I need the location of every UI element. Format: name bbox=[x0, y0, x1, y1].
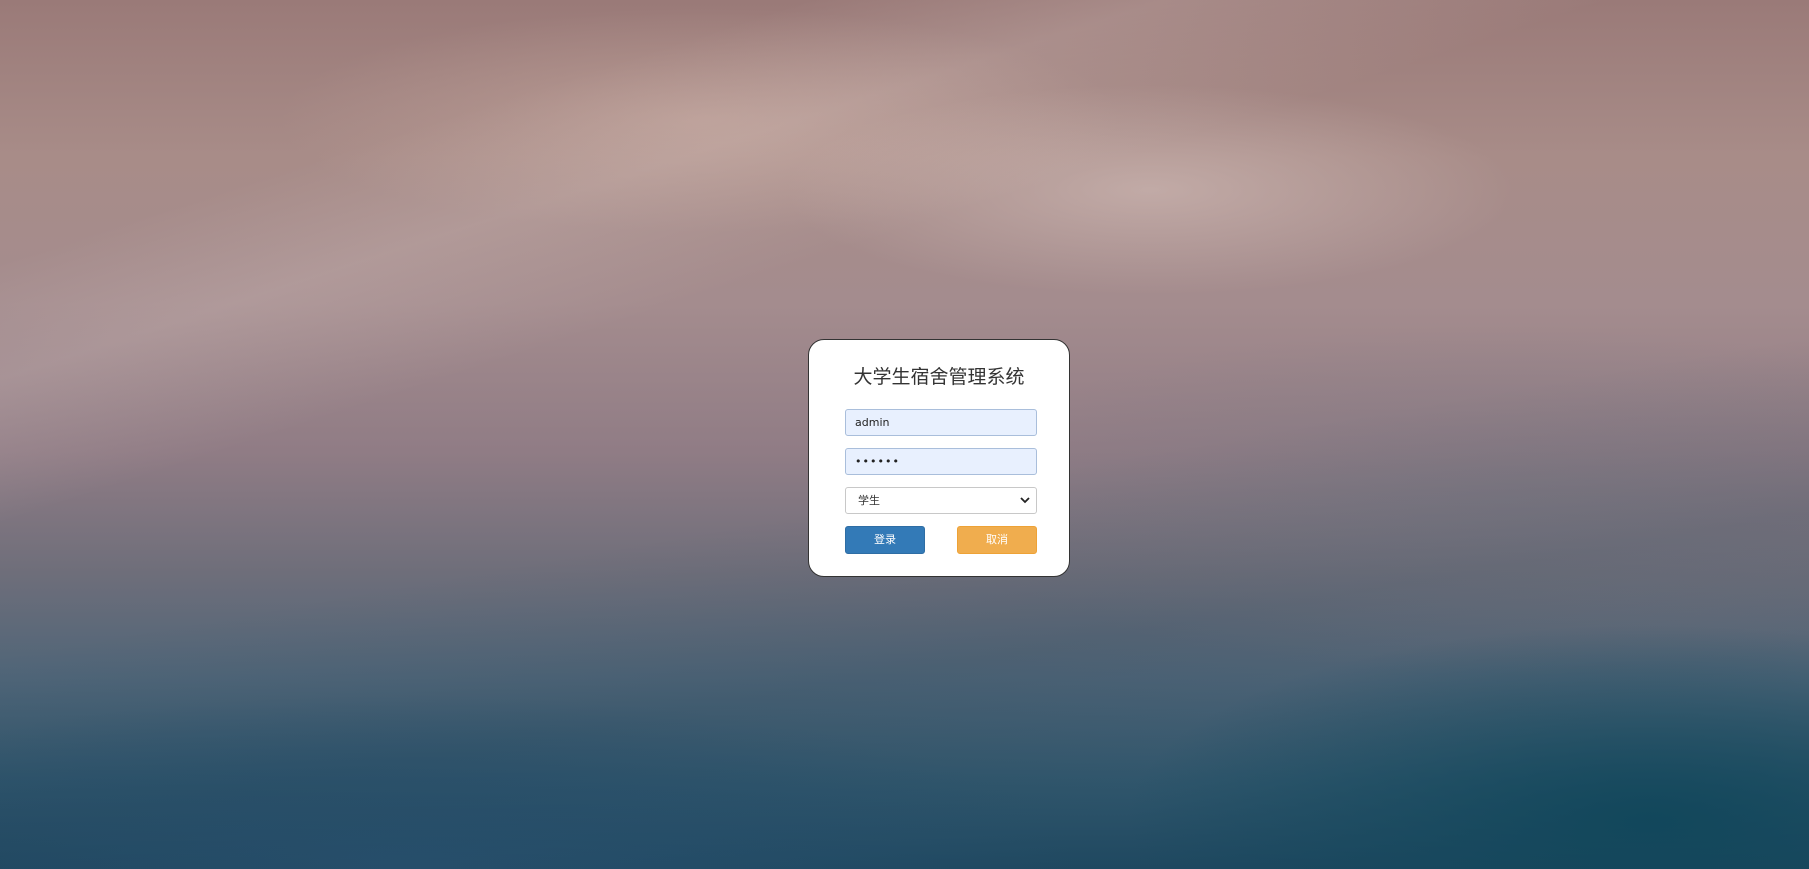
login-card: 大学生宿舍管理系统 admin •••••• 学生 登录 取消 bbox=[808, 339, 1070, 577]
role-select-value: 学生 bbox=[858, 494, 880, 507]
page-title: 大学生宿舍管理系统 bbox=[853, 366, 1025, 388]
username-input[interactable]: admin bbox=[845, 409, 1037, 436]
chevron-down-icon bbox=[1020, 497, 1030, 504]
cancel-button[interactable]: 取消 bbox=[957, 526, 1037, 554]
role-select[interactable]: 学生 bbox=[845, 487, 1037, 514]
login-button[interactable]: 登录 bbox=[845, 526, 925, 554]
password-input[interactable]: •••••• bbox=[845, 448, 1037, 475]
